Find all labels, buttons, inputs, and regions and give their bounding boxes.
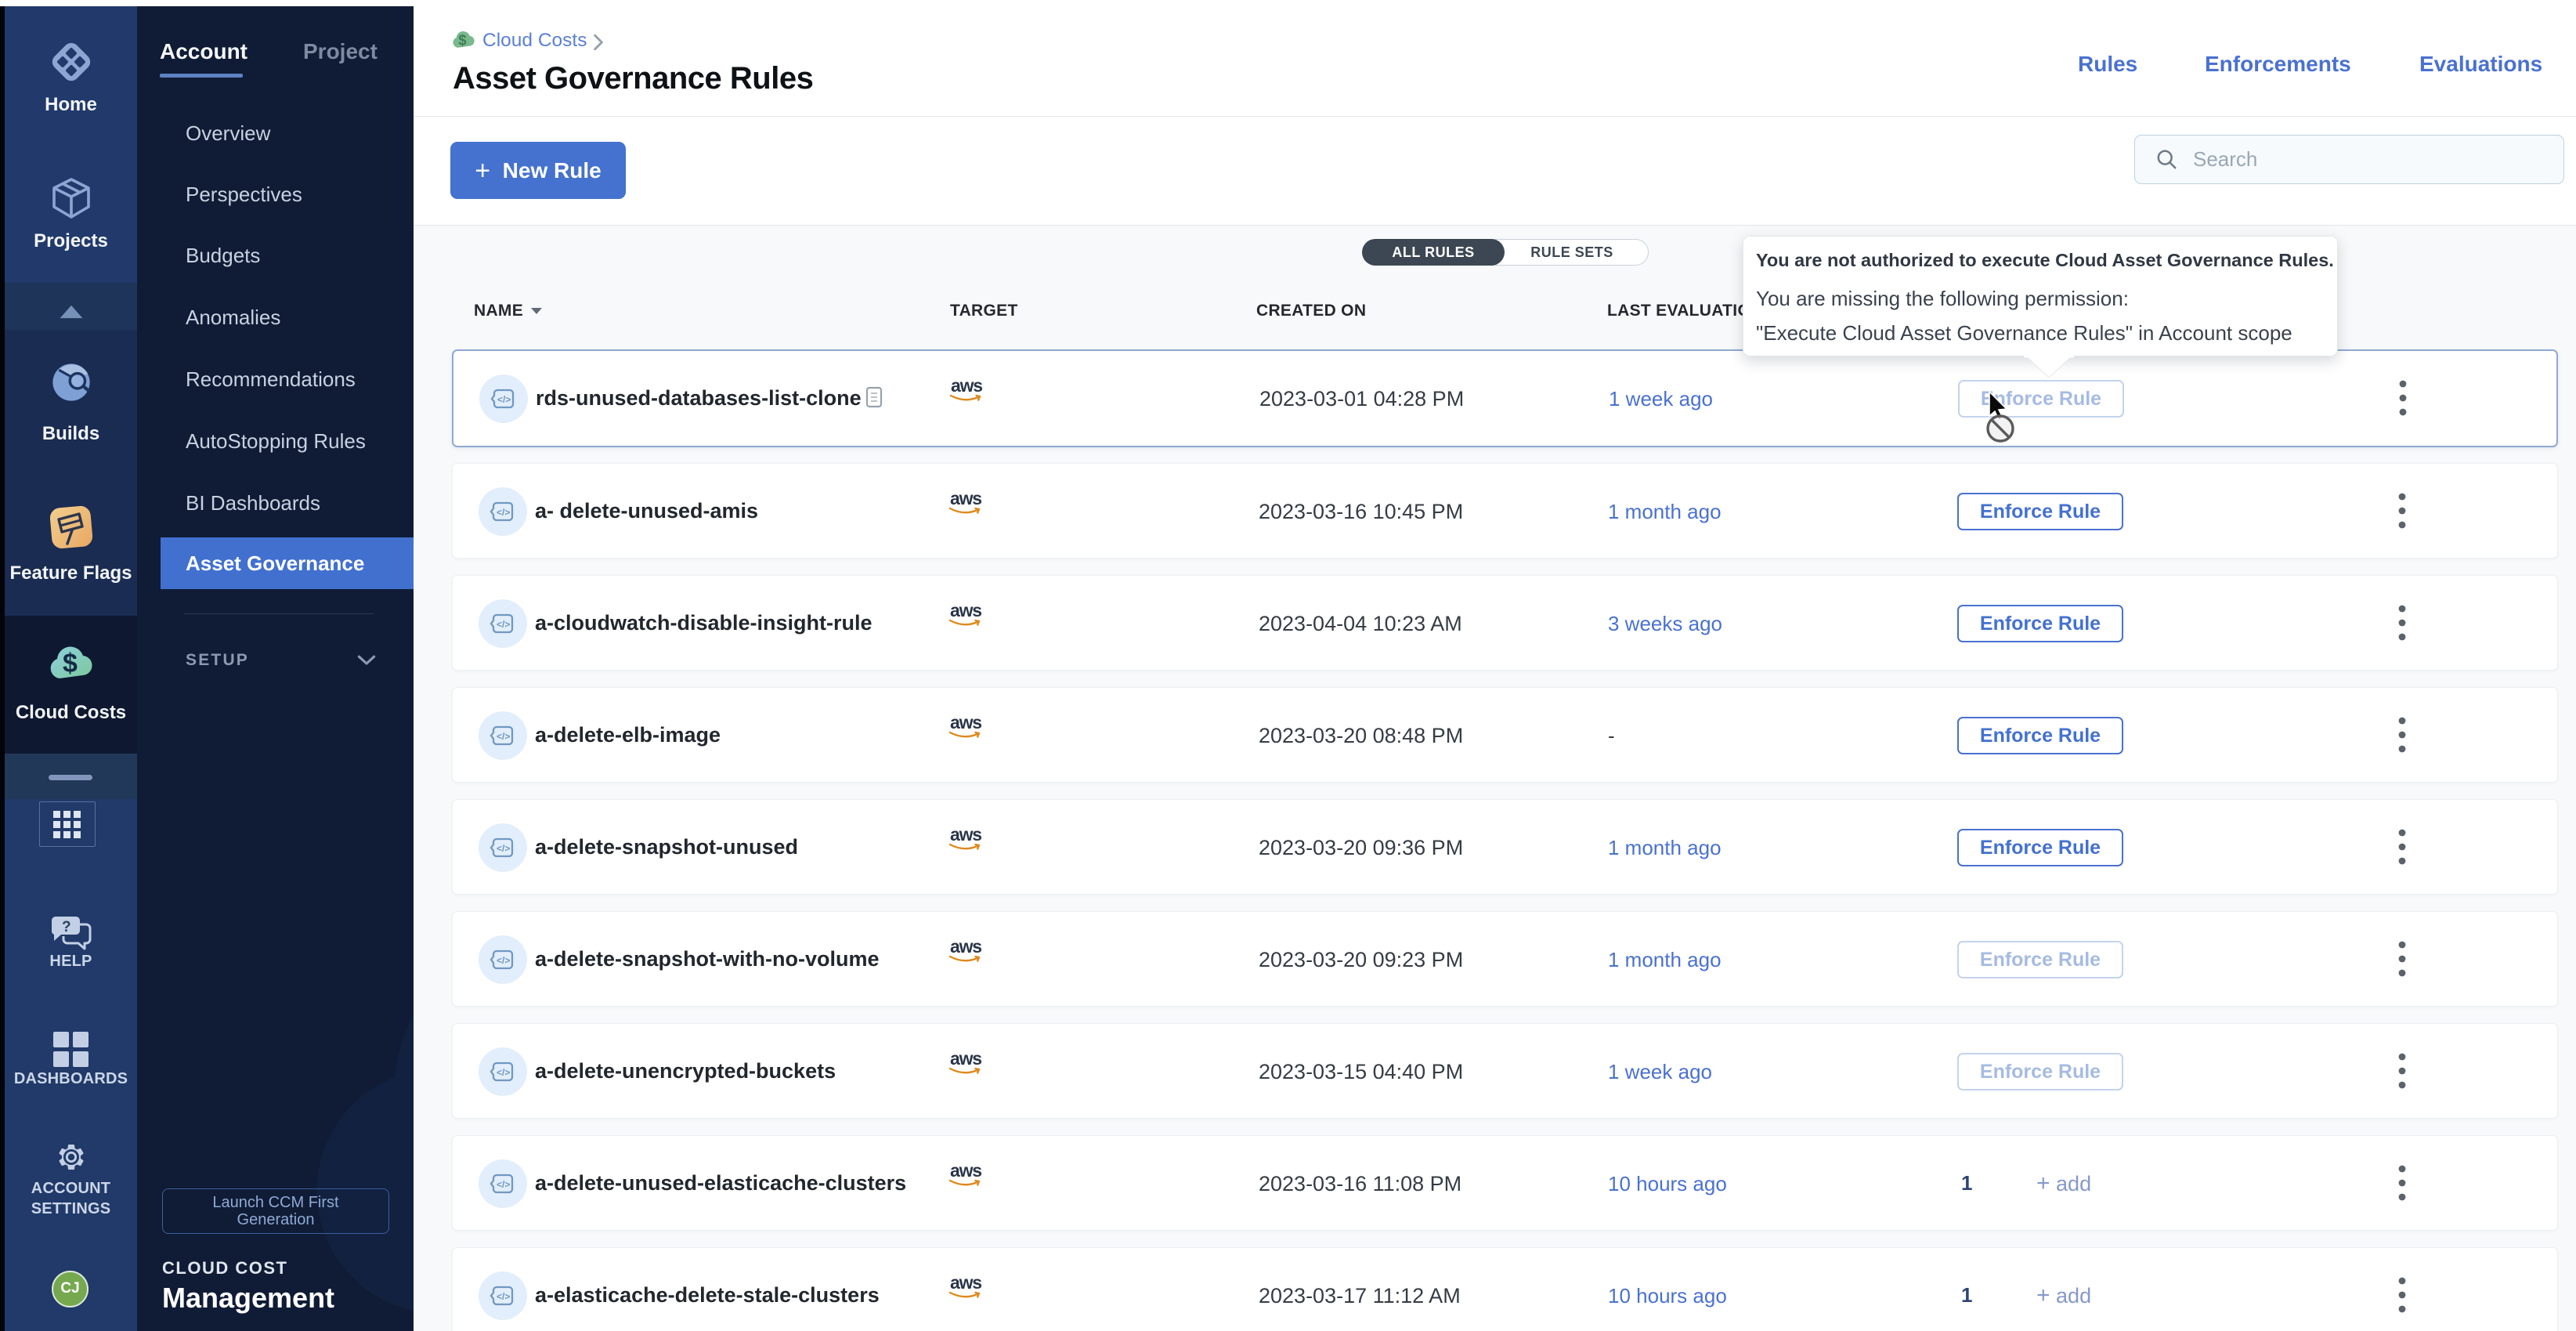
svg-text:</>: </> xyxy=(497,955,510,966)
svg-text:aws: aws xyxy=(950,1162,981,1181)
svg-text:aws: aws xyxy=(950,602,981,620)
svg-text:$: $ xyxy=(63,649,78,678)
svg-text:</>: </> xyxy=(497,394,511,405)
svg-text:aws: aws xyxy=(950,1050,981,1069)
svg-text:aws: aws xyxy=(950,826,981,845)
svg-text:</>: </> xyxy=(497,1291,510,1302)
svg-text:$: $ xyxy=(458,32,467,49)
svg-text:</>: </> xyxy=(497,731,510,742)
svg-text:</>: </> xyxy=(497,619,510,630)
svg-text:aws: aws xyxy=(951,377,982,396)
svg-text:?: ? xyxy=(62,919,71,935)
svg-text:</>: </> xyxy=(497,507,510,518)
svg-text:</>: </> xyxy=(497,1067,510,1078)
svg-text:aws: aws xyxy=(950,714,981,732)
svg-text:aws: aws xyxy=(950,938,981,957)
svg-text:</>: </> xyxy=(497,1179,510,1190)
svg-text:aws: aws xyxy=(950,490,981,508)
svg-text:aws: aws xyxy=(950,1274,981,1293)
svg-text:</>: </> xyxy=(497,843,510,854)
